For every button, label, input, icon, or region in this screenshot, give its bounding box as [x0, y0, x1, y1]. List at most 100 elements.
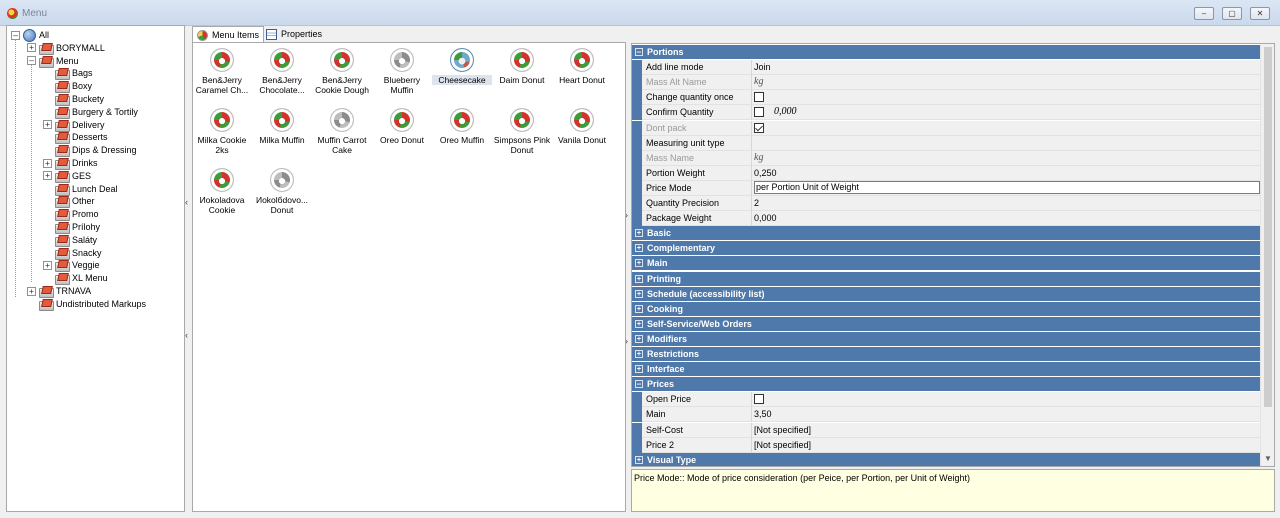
property-row[interactable]: Add line mode Join	[632, 60, 1260, 76]
tree-item-5[interactable]: Buckety	[43, 93, 104, 106]
tab-menu-items[interactable]: Menu Items	[192, 26, 265, 43]
property-row[interactable]: Confirm Quantity 0,000	[632, 105, 1260, 121]
property-row[interactable]: Self-Cost [Not specified]	[632, 422, 1260, 438]
property-row[interactable]: Price 2 [Not specified]	[632, 437, 1260, 453]
expand-plus-icon[interactable]: +	[43, 260, 52, 270]
expand-plus-icon[interactable]: +	[43, 120, 52, 130]
menu-item-tile[interactable]: Oreo Donut	[372, 108, 432, 145]
property-value[interactable]: kg	[752, 150, 1260, 166]
expand-plus-icon[interactable]: +	[635, 289, 643, 298]
menu-item-tile[interactable]: Ben&Jerry Chocolate...	[252, 48, 312, 95]
property-value[interactable]: 0,000	[752, 105, 1260, 121]
tree-item-1[interactable]: + BORYMALL	[27, 42, 105, 55]
category-collapsed[interactable]: + Restrictions	[632, 347, 1260, 361]
menu-item-tile[interactable]: Blueberry Muffin	[372, 48, 432, 95]
property-value[interactable]: Join	[752, 60, 1260, 76]
property-checkbox[interactable]	[754, 92, 764, 103]
property-scrollbar[interactable]: ▲ ▼	[1260, 44, 1274, 466]
tree-item-17[interactable]: Snacky	[43, 247, 102, 260]
category-collapsed[interactable]: + Cooking	[632, 301, 1260, 316]
menu-item-tile[interactable]: Muffin Carrot Cake	[312, 108, 372, 155]
category-prices[interactable]: – Prices	[632, 377, 1260, 392]
close-button[interactable]: ✕	[1250, 7, 1270, 20]
menu-item-tile[interactable]: Cheesecake	[432, 48, 492, 85]
collapse-minus-icon[interactable]: –	[635, 48, 643, 56]
tree-item-11[interactable]: + GES	[43, 170, 91, 183]
property-row[interactable]: Price Mode per Portion Unit of Weight	[632, 180, 1260, 196]
tree-item-12[interactable]: Lunch Deal	[43, 183, 118, 196]
category-collapsed[interactable]: + Printing	[632, 271, 1260, 286]
property-row[interactable]: Change quantity once	[632, 90, 1260, 106]
collapse-left-arrow-icon[interactable]: ‹	[185, 330, 188, 340]
tab-properties[interactable]: Properties	[262, 26, 326, 42]
property-row[interactable]: Portion Weight 0,250	[632, 165, 1260, 181]
tree-item-16[interactable]: Saláty	[43, 234, 97, 247]
property-value[interactable]: 3,50	[752, 407, 1260, 423]
property-value[interactable]: 0,000	[752, 211, 1260, 227]
expand-plus-icon[interactable]: +	[635, 304, 643, 313]
scroll-down-icon[interactable]: ▼	[1261, 452, 1274, 466]
property-checkbox[interactable]	[754, 107, 764, 118]
tree-item-9[interactable]: Dips & Dressing	[43, 144, 137, 158]
menu-item-tile[interactable]: Иokoladova Cookie	[192, 168, 252, 215]
property-row[interactable]: Quantity Precision 2	[632, 196, 1260, 211]
tree-item-20[interactable]: + TRNAVA	[27, 285, 91, 298]
tree-item-15[interactable]: Prílohy	[43, 221, 100, 234]
property-value[interactable]	[752, 392, 1260, 408]
property-value[interactable]: [Not specified]	[752, 437, 1260, 453]
expand-plus-icon[interactable]: +	[635, 455, 643, 464]
tree-item-19[interactable]: XL Menu	[43, 272, 108, 286]
property-row[interactable]: Main 3,50	[632, 407, 1260, 423]
tree-item-13[interactable]: Other	[43, 195, 95, 209]
tree-item-2[interactable]: – Menu	[27, 55, 79, 68]
property-row[interactable]: Mass Name kg	[632, 150, 1260, 166]
property-checkbox[interactable]	[754, 122, 764, 133]
collapse-left-arrow-icon[interactable]: ‹	[185, 197, 188, 207]
expand-plus-icon[interactable]: +	[43, 171, 52, 181]
tree-item-18[interactable]: + Veggie	[43, 259, 100, 273]
collapse-minus-icon[interactable]: –	[635, 380, 643, 389]
expand-plus-icon[interactable]: +	[635, 365, 643, 374]
category-collapsed[interactable]: + Main	[632, 256, 1260, 271]
property-value[interactable]	[752, 90, 1260, 106]
property-value[interactable]	[752, 135, 1260, 151]
scrollbar-thumb[interactable]	[1264, 47, 1272, 407]
expand-plus-icon[interactable]: +	[635, 274, 643, 283]
property-value[interactable]: per Portion Unit of Weight	[752, 180, 1260, 196]
menu-item-tile[interactable]: Ben&Jerry Cookie Dough	[312, 48, 372, 95]
category-collapsed[interactable]: + Self-Service/Web Orders	[632, 316, 1260, 331]
menu-item-tile[interactable]: Vanila Donut	[552, 108, 612, 145]
maximize-button[interactable]: ▢	[1222, 7, 1242, 20]
menu-item-tile[interactable]: Иokolбdovo... Donut	[252, 168, 312, 215]
expand-plus-icon[interactable]: +	[635, 229, 643, 238]
expand-plus-icon[interactable]: +	[27, 43, 36, 53]
menu-item-tile[interactable]: Ben&Jerry Caramel Ch...	[192, 48, 252, 95]
minimize-button[interactable]: –	[1194, 7, 1214, 20]
tree-item-8[interactable]: Desserts	[43, 131, 108, 145]
tree-item-14[interactable]: Promo	[43, 208, 99, 222]
menu-item-tile[interactable]: Simpsons Pink Donut	[492, 108, 552, 155]
property-value-editor[interactable]: per Portion Unit of Weight	[754, 181, 1260, 195]
expand-plus-icon[interactable]: +	[635, 319, 643, 328]
property-checkbox[interactable]	[754, 394, 764, 405]
category-collapsed[interactable]: + Schedule (accessibility list)	[632, 286, 1260, 301]
category-portions[interactable]: – Portions	[632, 45, 1260, 59]
property-row[interactable]: Measuring unit type	[632, 135, 1260, 151]
tree-item-4[interactable]: Boxy	[43, 80, 92, 94]
category-visual-type[interactable]: + Visual Type	[632, 452, 1260, 466]
expand-plus-icon[interactable]: +	[635, 334, 643, 343]
tree-item-10[interactable]: + Drinks	[43, 157, 98, 170]
menu-item-tile[interactable]: Oreo Muffin	[432, 108, 492, 145]
expand-plus-icon[interactable]: +	[635, 244, 643, 253]
expand-plus-icon[interactable]: +	[635, 350, 643, 358]
tree-item-21[interactable]: Undistributed Markups	[27, 298, 146, 311]
property-row[interactable]: Open Price	[632, 392, 1260, 408]
expand-plus-icon[interactable]: +	[635, 259, 643, 268]
property-value[interactable]: 0,250	[752, 165, 1260, 181]
category-collapsed[interactable]: + Modifiers	[632, 331, 1260, 346]
category-tree[interactable]: – All + BORYMALL – Menu Bags Boxy Buckety Burgery…	[6, 25, 185, 512]
menu-item-tile[interactable]: Heart Donut	[552, 48, 612, 85]
category-collapsed[interactable]: + Basic	[632, 226, 1260, 241]
menu-item-tile[interactable]: Daim Donut	[492, 48, 552, 85]
property-value[interactable]: [Not specified]	[752, 422, 1260, 438]
